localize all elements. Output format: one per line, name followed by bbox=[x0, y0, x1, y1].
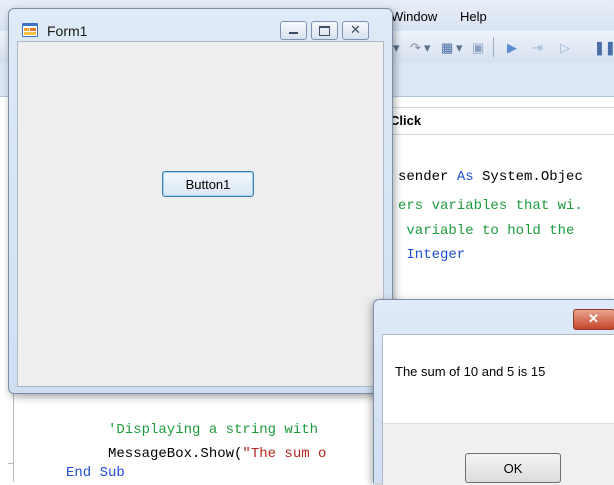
maximize-icon bbox=[319, 26, 330, 36]
code-line: MessageBox.Show("The sum o bbox=[108, 446, 326, 462]
start-debug-icon[interactable]: ▶ bbox=[507, 40, 517, 56]
outline-marker bbox=[8, 463, 14, 464]
toolbar-separator bbox=[493, 37, 494, 57]
menu-window[interactable]: Window bbox=[391, 9, 437, 24]
form1-window[interactable]: Form1 ✕ Button1 bbox=[8, 8, 393, 394]
form-icon bbox=[22, 23, 38, 37]
msgbox-message: The sum of 10 and 5 is 15 bbox=[395, 364, 546, 379]
message-box[interactable]: ✕ The sum of 10 and 5 is 15 OK bbox=[373, 299, 614, 485]
redo-icon[interactable]: ↷ bbox=[410, 40, 421, 56]
code-token: 'Displaying a string with bbox=[108, 422, 319, 438]
event-dropdown-value: Click bbox=[390, 113, 422, 128]
event-dropdown[interactable]: Click bbox=[384, 107, 614, 135]
code-token: MessageBox.Show( bbox=[108, 446, 243, 462]
code-token: sender bbox=[398, 169, 457, 185]
code-token: ers variables that wi. bbox=[398, 198, 583, 214]
code-token: System.Objec bbox=[473, 169, 583, 185]
code-line: Integer bbox=[398, 247, 465, 263]
code-token: variable to hold the bbox=[398, 223, 575, 239]
save-dropdown-icon[interactable]: ▾ bbox=[456, 40, 463, 56]
save-icon[interactable]: ▦ bbox=[441, 40, 453, 56]
menu-help[interactable]: Help bbox=[460, 9, 487, 24]
code-token: End Sub bbox=[66, 465, 125, 481]
window-icon[interactable]: ▣ bbox=[472, 40, 484, 56]
minimize-icon bbox=[289, 32, 298, 34]
run-icon[interactable]: ▷ bbox=[560, 40, 570, 56]
msgbox-button-bar: OK bbox=[383, 423, 614, 485]
maximize-button[interactable] bbox=[311, 21, 338, 40]
msgbox-close-button[interactable]: ✕ bbox=[573, 309, 614, 330]
code-line: variable to hold the bbox=[398, 223, 574, 239]
code-token: "The sum o bbox=[242, 446, 327, 462]
close-icon: ✕ bbox=[588, 311, 599, 326]
pause-icon[interactable]: ❚❚ bbox=[594, 40, 614, 56]
code-line: End Sub bbox=[66, 465, 125, 481]
redo-dropdown-icon[interactable]: ▾ bbox=[424, 40, 431, 56]
close-button[interactable]: ✕ bbox=[342, 21, 369, 40]
code-token: As bbox=[456, 169, 474, 185]
step-icon[interactable]: ⇥ bbox=[532, 40, 543, 56]
button1[interactable]: Button1 bbox=[162, 171, 254, 197]
dropdown-arrow-icon[interactable]: ▾ bbox=[393, 40, 400, 56]
msgbox-client-area: The sum of 10 and 5 is 15 OK bbox=[382, 334, 614, 485]
minimize-button[interactable] bbox=[280, 21, 307, 40]
form1-title: Form1 bbox=[47, 23, 88, 39]
close-icon: ✕ bbox=[350, 22, 361, 37]
code-token: Integer bbox=[398, 247, 466, 263]
form1-client-area: Button1 bbox=[17, 41, 384, 387]
code-line: 'Displaying a string with bbox=[108, 422, 318, 438]
code-line: sender As System.Objec bbox=[398, 169, 583, 185]
ok-button[interactable]: OK bbox=[465, 453, 561, 483]
code-line: ers variables that wi. bbox=[398, 198, 583, 214]
